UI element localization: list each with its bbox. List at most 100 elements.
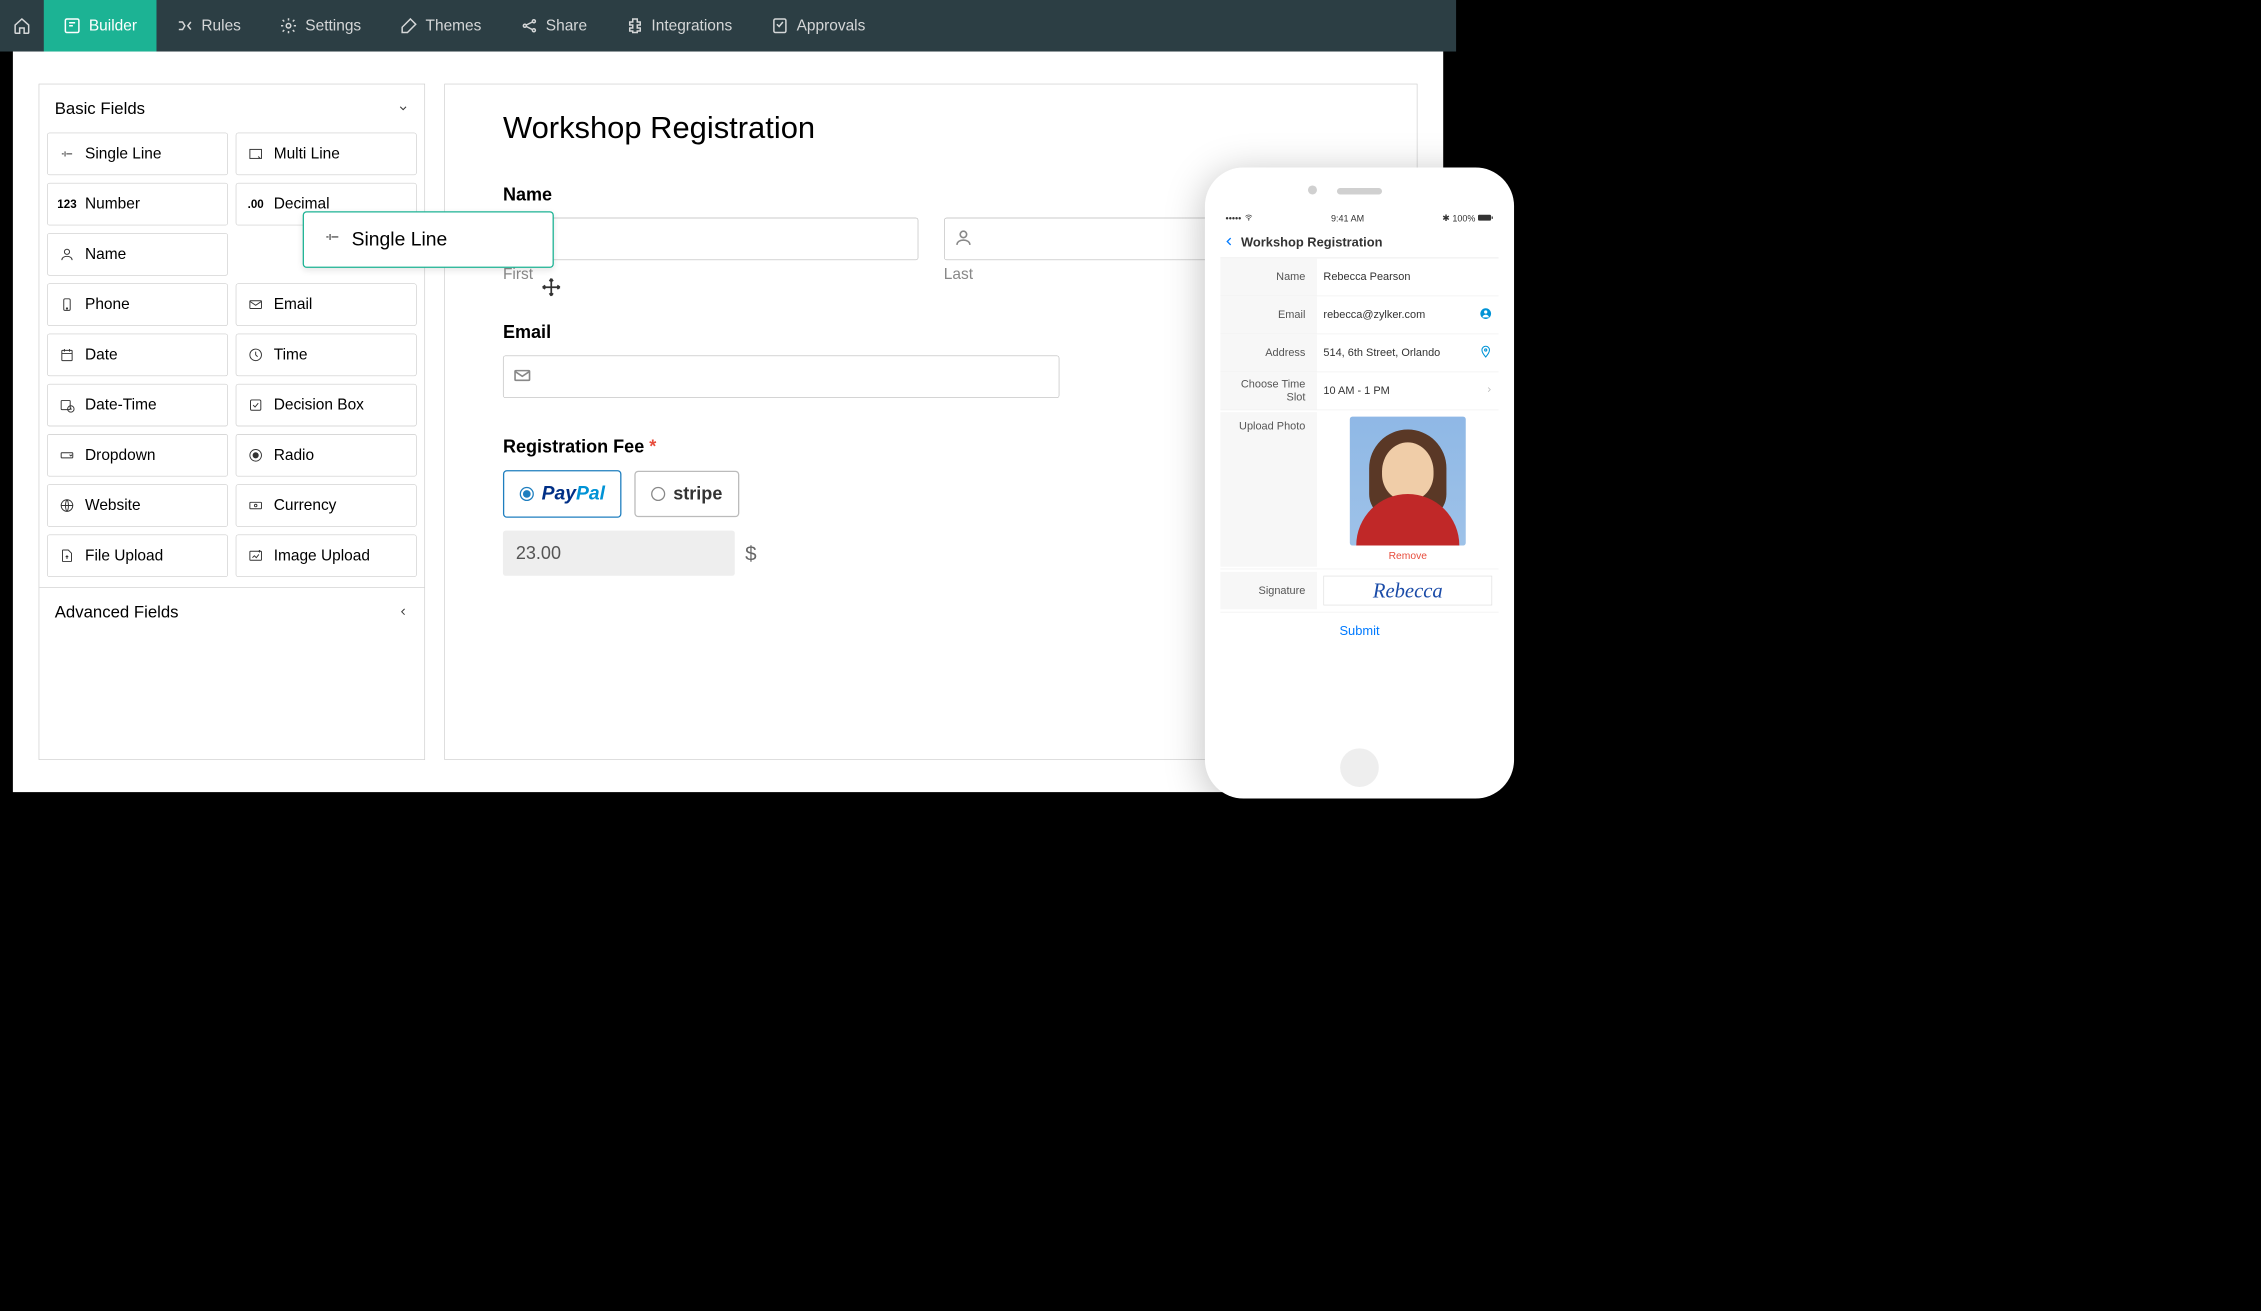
phone-title: Workshop Registration	[1241, 236, 1382, 251]
nav-themes[interactable]: Themes	[380, 0, 500, 52]
nav-approvals[interactable]: Approvals	[752, 0, 885, 52]
builder-icon	[63, 17, 81, 35]
field-file-upload[interactable]: File Upload	[47, 535, 228, 578]
nav-label: Integrations	[651, 17, 732, 35]
field-date[interactable]: Date	[47, 334, 228, 377]
nav-label: Share	[546, 17, 587, 35]
field-number[interactable]: 123Number	[47, 183, 228, 226]
field-single-line[interactable]: Single Line	[47, 133, 228, 176]
back-button[interactable]	[1224, 235, 1234, 251]
paypal-option[interactable]: PayPal	[503, 470, 622, 518]
integrations-icon	[626, 17, 644, 35]
advanced-fields-header[interactable]: Advanced Fields	[39, 587, 424, 636]
home-button-phone[interactable]	[1340, 748, 1379, 787]
field-name[interactable]: Name	[47, 233, 228, 276]
field-decision-box[interactable]: Decision Box	[236, 384, 417, 427]
phone-submit-row: Submit	[1220, 612, 1498, 650]
field-currency[interactable]: Currency	[236, 484, 417, 527]
amount-input[interactable]	[503, 531, 735, 576]
nav-integrations[interactable]: Integrations	[606, 0, 751, 52]
first-name-input[interactable]	[503, 218, 918, 261]
dragging-field-tile[interactable]: Single Line	[303, 211, 554, 268]
form-title: Workshop Registration	[503, 110, 1359, 145]
phone-nav-bar: Workshop Registration	[1220, 229, 1498, 259]
stripe-option[interactable]: stripe	[635, 471, 739, 517]
move-cursor-icon	[541, 277, 562, 301]
gear-icon	[280, 17, 298, 35]
field-dropdown[interactable]: Dropdown	[47, 434, 228, 477]
single-line-icon	[323, 228, 341, 251]
email-icon	[513, 365, 532, 388]
location-icon	[1479, 345, 1492, 361]
phone-row-photo[interactable]: Upload Photo Remove	[1220, 410, 1498, 569]
wifi-icon	[1244, 213, 1253, 223]
status-bar: ••••• 9:41 AM ✱ 100%	[1220, 213, 1498, 229]
multi-line-icon	[247, 145, 265, 163]
dropdown-icon	[58, 446, 76, 464]
phone-row-name[interactable]: Name Rebecca Pearson	[1220, 258, 1498, 296]
date-icon	[58, 346, 76, 364]
battery-icon	[1478, 213, 1493, 223]
phone-speaker	[1337, 188, 1382, 194]
stripe-logo: stripe	[673, 484, 722, 505]
field-time[interactable]: Time	[236, 334, 417, 377]
field-image-upload[interactable]: Image Upload	[236, 535, 417, 578]
phone-row-email[interactable]: Email rebecca@zylker.com	[1220, 296, 1498, 334]
decision-box-icon	[247, 396, 265, 414]
phone-camera-dot	[1308, 185, 1317, 194]
rules-icon	[176, 17, 194, 35]
carrier-dots: •••••	[1226, 213, 1242, 223]
field-email[interactable]: Email	[236, 283, 417, 326]
home-icon	[13, 17, 31, 35]
file-upload-icon	[58, 547, 76, 565]
section-title: Advanced Fields	[55, 602, 179, 622]
home-button[interactable]	[0, 0, 44, 52]
field-website[interactable]: Website	[47, 484, 228, 527]
main-workspace: Basic Fields Single Line Multi Line 123N…	[13, 52, 1443, 793]
phone-row-address[interactable]: Address 514, 6th Street, Orlando	[1220, 334, 1498, 372]
contact-icon	[1479, 307, 1492, 323]
phone-preview: ••••• 9:41 AM ✱ 100% Workshop Registrati…	[1205, 167, 1514, 798]
person-icon	[953, 228, 972, 251]
field-phone[interactable]: Phone	[47, 283, 228, 326]
nav-builder[interactable]: Builder	[44, 0, 157, 52]
number-icon: 123	[58, 195, 76, 213]
email-icon	[247, 296, 265, 314]
phone-row-signature[interactable]: Signature Rebecca	[1220, 569, 1498, 612]
chevron-left-icon	[397, 602, 409, 622]
time-icon	[247, 346, 265, 364]
field-multi-line[interactable]: Multi Line	[236, 133, 417, 176]
phone-icon	[58, 296, 76, 314]
name-icon	[58, 245, 76, 263]
nav-rules[interactable]: Rules	[156, 0, 260, 52]
basic-fields-grid: Single Line Multi Line 123Number .00Deci…	[39, 133, 424, 588]
phone-row-slot[interactable]: Choose Time Slot 10 AM - 1 PM	[1220, 372, 1498, 410]
uploaded-photo	[1350, 417, 1466, 546]
currency-icon	[247, 497, 265, 515]
email-input[interactable]	[503, 355, 1059, 398]
radio-icon	[247, 446, 265, 464]
share-icon	[520, 17, 538, 35]
currency-symbol: $	[745, 541, 756, 565]
website-icon	[58, 497, 76, 515]
nav-settings[interactable]: Settings	[260, 0, 380, 52]
basic-fields-header[interactable]: Basic Fields	[39, 84, 424, 132]
field-radio[interactable]: Radio	[236, 434, 417, 477]
bluetooth-icon: ✱	[1442, 213, 1450, 224]
nav-label: Settings	[305, 17, 361, 35]
top-navigation: Builder Rules Settings Themes Share Inte…	[0, 0, 1456, 52]
submit-button[interactable]: Submit	[1339, 624, 1379, 639]
single-line-icon	[58, 145, 76, 163]
remove-photo-link[interactable]: Remove	[1389, 551, 1427, 563]
phone-form-list: Name Rebecca Pearson Email rebecca@zylke…	[1220, 258, 1498, 650]
nav-share[interactable]: Share	[501, 0, 607, 52]
themes-icon	[400, 17, 418, 35]
date-time-icon	[58, 396, 76, 414]
image-upload-icon	[247, 547, 265, 565]
paypal-logo: PayPal	[542, 483, 605, 505]
battery-text: 100%	[1452, 213, 1475, 223]
section-title: Basic Fields	[55, 99, 145, 119]
approvals-icon	[771, 17, 789, 35]
field-date-time[interactable]: Date-Time	[47, 384, 228, 427]
signature-box[interactable]: Rebecca	[1323, 576, 1492, 606]
